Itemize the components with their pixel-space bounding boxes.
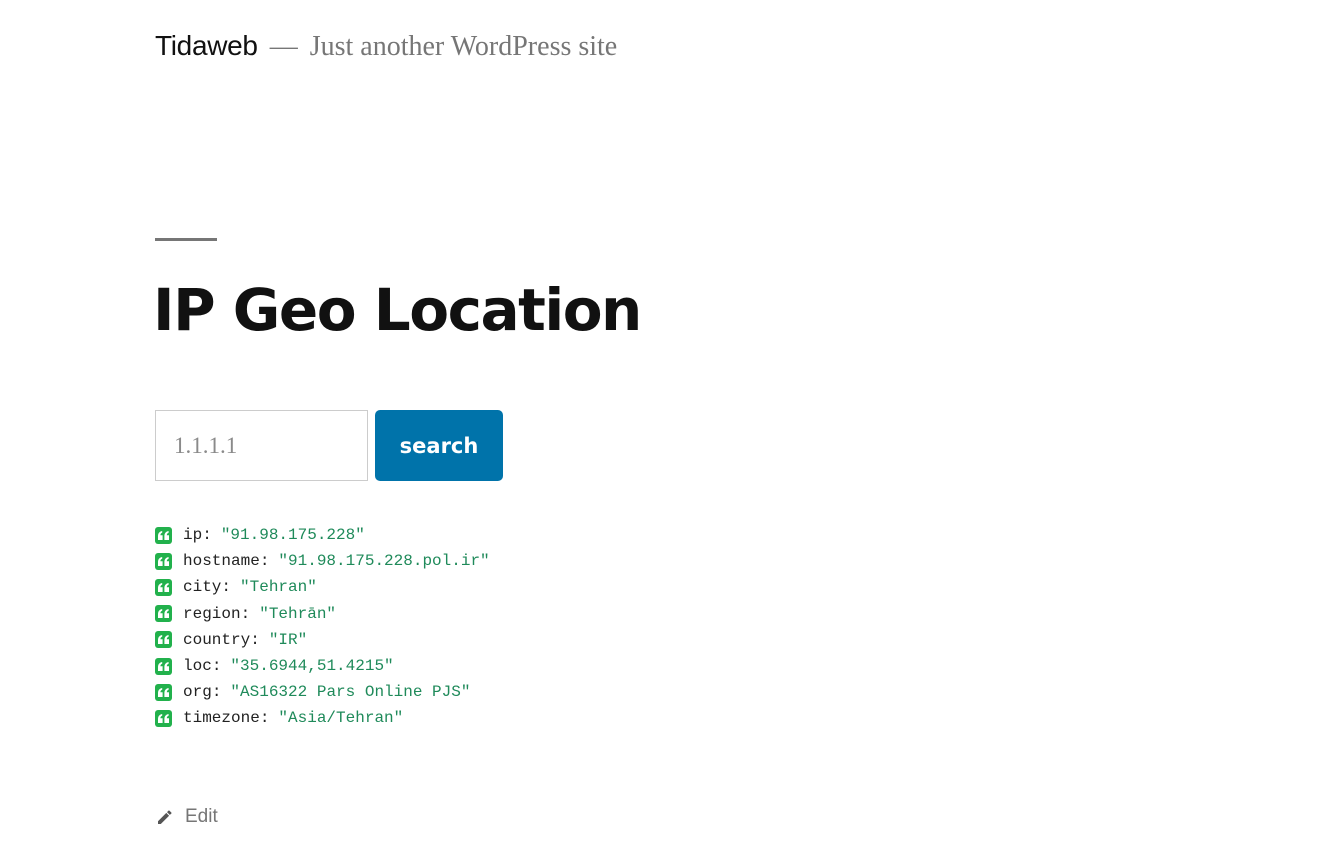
site-title-link[interactable]: Tidaweb <box>155 30 258 62</box>
result-key: country <box>183 630 251 649</box>
result-key: org <box>183 683 212 702</box>
result-value: "Tehrān" <box>259 604 337 623</box>
result-row: org: "AS16322 Pars Online PJS" <box>155 679 490 705</box>
result-value: "35.6944,51.4215" <box>230 657 394 676</box>
result-value: "91.98.175.228.pol.ir" <box>278 552 490 571</box>
result-colon: : <box>259 552 270 571</box>
result-row: loc: "35.6944,51.4215" <box>155 653 490 679</box>
quote-icon <box>155 683 172 701</box>
quote-icon <box>155 578 172 596</box>
result-key: hostname <box>183 552 260 571</box>
quote-icon <box>155 605 172 623</box>
search-button[interactable]: search <box>375 410 503 481</box>
result-colon: : <box>221 578 232 597</box>
result-colon: : <box>202 526 212 545</box>
site-description: Just another WordPress site <box>309 31 618 62</box>
result-row: hostname: "91.98.175.228.pol.ir" <box>155 548 490 574</box>
quote-icon <box>155 552 172 570</box>
site-title-separator: — <box>269 31 298 62</box>
result-row: timezone: "Asia/Tehran" <box>155 705 490 731</box>
result-value: "Tehran" <box>240 578 317 597</box>
result-row: city: "Tehran" <box>155 574 490 600</box>
quote-icon <box>155 526 172 544</box>
result-key: ip <box>183 526 203 545</box>
result-value: "AS16322 Pars Online PJS" <box>230 683 471 702</box>
result-colon: : <box>211 683 222 702</box>
result-row: country: "IR" <box>155 627 490 653</box>
quote-icon <box>155 709 172 727</box>
result-row: region: "Tehrān" <box>155 601 490 627</box>
quote-icon <box>155 631 172 649</box>
result-colon: : <box>259 709 270 728</box>
page: Tidaweb — Just another WordPress site IP… <box>0 0 1334 853</box>
result-colon: : <box>250 630 260 649</box>
result-list: ip: "91.98.175.228" hostname: "91.98.175… <box>155 522 490 732</box>
result-value: "91.98.175.228" <box>220 526 365 545</box>
result-key: region <box>183 604 241 623</box>
result-colon: : <box>211 657 222 676</box>
result-key: city <box>183 578 222 597</box>
site-header: Tidaweb — Just another WordPress site <box>155 30 617 63</box>
result-row: ip: "91.98.175.228" <box>155 522 490 548</box>
result-colon: : <box>240 604 251 623</box>
quote-icon <box>155 657 172 675</box>
result-value: "Asia/Tehran" <box>278 709 404 728</box>
page-title: IP Geo Location <box>153 276 642 344</box>
title-divider <box>155 238 217 241</box>
edit-link[interactable]: Edit <box>155 806 218 828</box>
edit-label: Edit <box>185 806 218 827</box>
ip-search-input[interactable] <box>155 410 368 481</box>
result-value: "IR" <box>268 630 308 649</box>
result-key: loc <box>183 657 212 676</box>
pencil-icon <box>155 807 175 827</box>
result-key: timezone <box>183 709 260 728</box>
